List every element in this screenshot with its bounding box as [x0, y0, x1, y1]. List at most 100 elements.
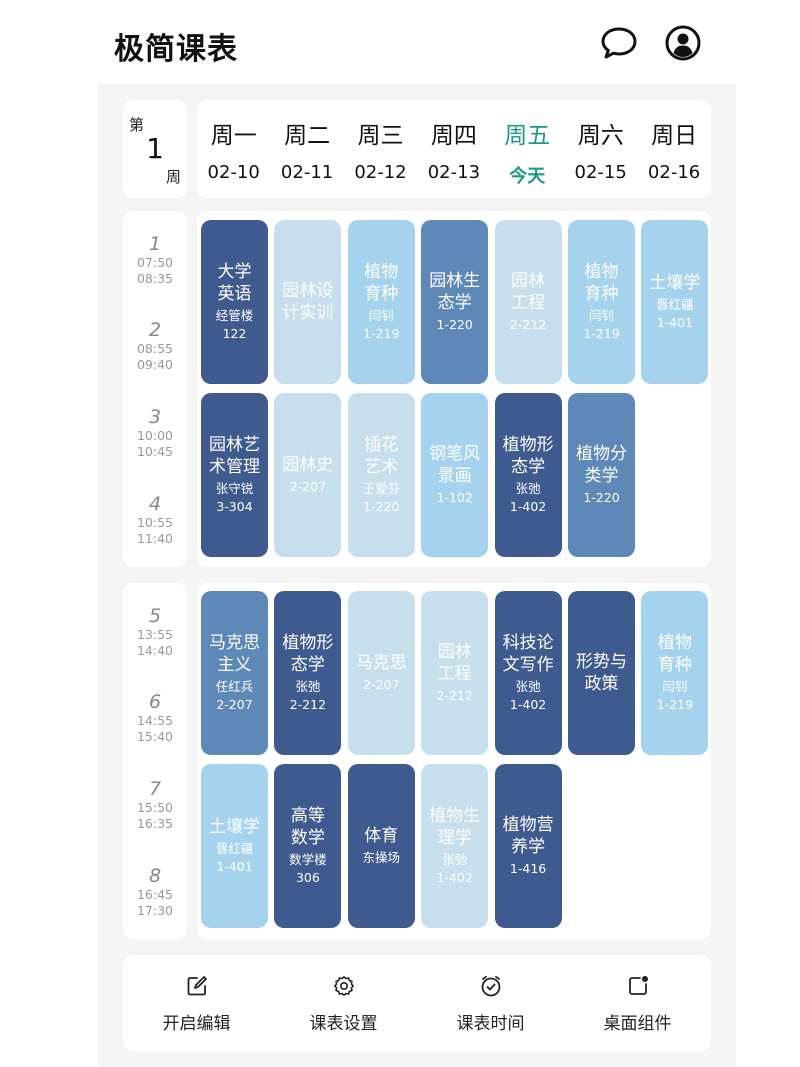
course-room: 122 [222, 326, 247, 341]
course-teacher: 经管楼 [215, 308, 254, 323]
chat-icon[interactable] [600, 24, 638, 62]
course-name: 科技论 文写作 [502, 633, 554, 675]
week-suffix: 周 [165, 168, 181, 186]
course-card[interactable]: 园林 工程 2-212 [494, 220, 562, 384]
course-teacher: 张弛 [515, 481, 541, 496]
period-start: 10:00 [136, 428, 174, 443]
schedule-settings-button[interactable]: 课表设置 [270, 955, 417, 1051]
course-card[interactable]: 土壤学 晋红疆 1-401 [641, 220, 709, 384]
course-card[interactable]: 植物分 类学 1-220 [568, 393, 635, 557]
app-header: 极简课表 [0, 0, 800, 84]
day-header[interactable]: 周四 02-13 [417, 100, 490, 198]
day-header[interactable]: 周日 02-16 [637, 100, 710, 198]
week-indicator[interactable]: 第 1 周 [123, 100, 187, 198]
gear-icon [333, 975, 355, 997]
period-number: 1 [148, 233, 162, 255]
course-room: 2-207 [289, 479, 327, 494]
course-card[interactable]: 马克思 2-207 [347, 591, 415, 755]
period-start: 14:55 [136, 713, 174, 728]
day-name: 周五 [504, 123, 551, 149]
course-name: 植物形 态学 [502, 435, 554, 477]
day-name: 周四 [430, 123, 477, 149]
course-name: 土壤学 [649, 273, 701, 293]
course-name: 园林史 [282, 455, 334, 475]
course-card[interactable]: 高等 数学 数学楼 306 [274, 764, 342, 928]
day-header[interactable]: 周二 02-11 [270, 100, 343, 198]
course-card[interactable]: 植物 育种 闫钊 1-219 [568, 220, 635, 384]
course-card[interactable]: 园林艺 术管理 张守锐 3-304 [201, 393, 268, 557]
course-card[interactable]: 植物 育种 闫钊 1-219 [641, 591, 709, 755]
course-card[interactable]: 园林生 态学 1-220 [421, 220, 489, 384]
course-teacher: 晋红疆 [215, 841, 254, 856]
period-end: 10:45 [136, 444, 174, 459]
course-card[interactable]: 形势与 政策 [568, 591, 635, 755]
course-card[interactable]: 植物 育种 闫钊 1-219 [347, 220, 415, 384]
course-room: 1-402 [509, 697, 547, 712]
course-room: 2-212 [509, 317, 547, 332]
course-room: 1-402 [509, 499, 547, 514]
course-card[interactable]: 钢笔风 景画 1-102 [421, 393, 489, 557]
period-label: 6 14:55 15:40 [123, 691, 187, 745]
edit-icon [186, 975, 208, 997]
course-room: 1-416 [509, 861, 547, 876]
period-number: 3 [148, 406, 162, 428]
edit-label: 开启编辑 [162, 1014, 231, 1034]
course-card[interactable]: 园林 工程 2-212 [421, 591, 489, 755]
course-name: 植物 育种 [584, 262, 619, 304]
course-teacher: 张守锐 [215, 481, 254, 496]
course-room: 1-219 [656, 697, 694, 712]
desktop-widget-button[interactable]: 桌面组件 [564, 955, 711, 1051]
course-card[interactable]: 植物营 养学 1-416 [494, 764, 562, 928]
course-name: 园林艺 术管理 [209, 435, 260, 477]
course-teacher: 晋红疆 [656, 297, 694, 312]
settings-label: 课表设置 [309, 1014, 378, 1034]
course-name: 马克思 主义 [209, 633, 260, 675]
day-date: 02-13 [427, 162, 481, 183]
period-label: 2 08:55 09:40 [123, 319, 187, 373]
course-room: 306 [295, 870, 320, 885]
period-label: 1 07:50 08:35 [123, 233, 187, 287]
course-card[interactable]: 植物形 态学 张弛 2-212 [274, 591, 342, 755]
time-column-morning: 1 07:50 08:35 2 08:55 09:40 3 10:00 10:4… [123, 211, 187, 567]
course-card[interactable]: 土壤学 晋红疆 1-401 [201, 764, 268, 928]
edit-button[interactable]: 开启编辑 [123, 955, 270, 1051]
course-card[interactable]: 马克思 主义 任红兵 2-207 [201, 591, 268, 755]
course-card[interactable]: 植物形 态学张弛 1-402 [494, 393, 562, 557]
period-end: 16:35 [136, 816, 174, 831]
period-end: 11:40 [136, 531, 174, 546]
course-room: 1-102 [436, 490, 473, 505]
course-card[interactable]: 科技论 文写作 张弛 1-402 [494, 591, 562, 755]
course-card[interactable]: 大学 英语经管楼 122 [201, 220, 268, 384]
course-teacher: 闫钊 [662, 679, 688, 694]
period-start: 07:50 [136, 255, 174, 270]
day-name: 周一 [210, 123, 257, 149]
period-label: 7 15:50 16:35 [123, 778, 187, 832]
period-end: 17:30 [136, 903, 174, 918]
period-start: 08:55 [136, 341, 174, 356]
day-header[interactable]: 周六 02-15 [564, 100, 637, 198]
course-card[interactable]: 体育 东操场 [347, 764, 415, 928]
time-label: 课表时间 [456, 1014, 525, 1034]
app-title: 极简课表 [114, 32, 238, 67]
course-name: 植物营 养学 [502, 815, 554, 857]
day-date: 02-11 [280, 162, 334, 183]
course-room: 1-402 [436, 870, 473, 885]
course-card[interactable]: 园林史 2-207 [274, 393, 342, 557]
course-name: 钢笔风 景画 [429, 444, 481, 486]
course-name: 大学 英语 [217, 262, 252, 304]
course-name: 园林 工程 [511, 271, 546, 313]
day-header-today[interactable]: 周五 今天 [491, 100, 564, 198]
period-label: 4 10:55 11:40 [123, 493, 187, 547]
course-card[interactable]: 园林设 计实训 [274, 220, 342, 384]
period-number: 2 [148, 319, 162, 341]
day-date: 02-15 [574, 162, 627, 183]
day-header[interactable]: 周三 02-12 [344, 100, 417, 198]
course-name: 插花 艺术 [364, 435, 399, 477]
user-icon[interactable] [664, 24, 702, 62]
clock-icon [480, 975, 502, 997]
day-header[interactable]: 周一 02-10 [197, 100, 270, 198]
course-card[interactable]: 植物生 理学 张弛 1-402 [421, 764, 489, 928]
period-start: 13:55 [136, 627, 174, 642]
course-card[interactable]: 插花 艺术 王爱芬 1-220 [347, 393, 415, 557]
schedule-time-button[interactable]: 课表时间 [417, 955, 564, 1051]
